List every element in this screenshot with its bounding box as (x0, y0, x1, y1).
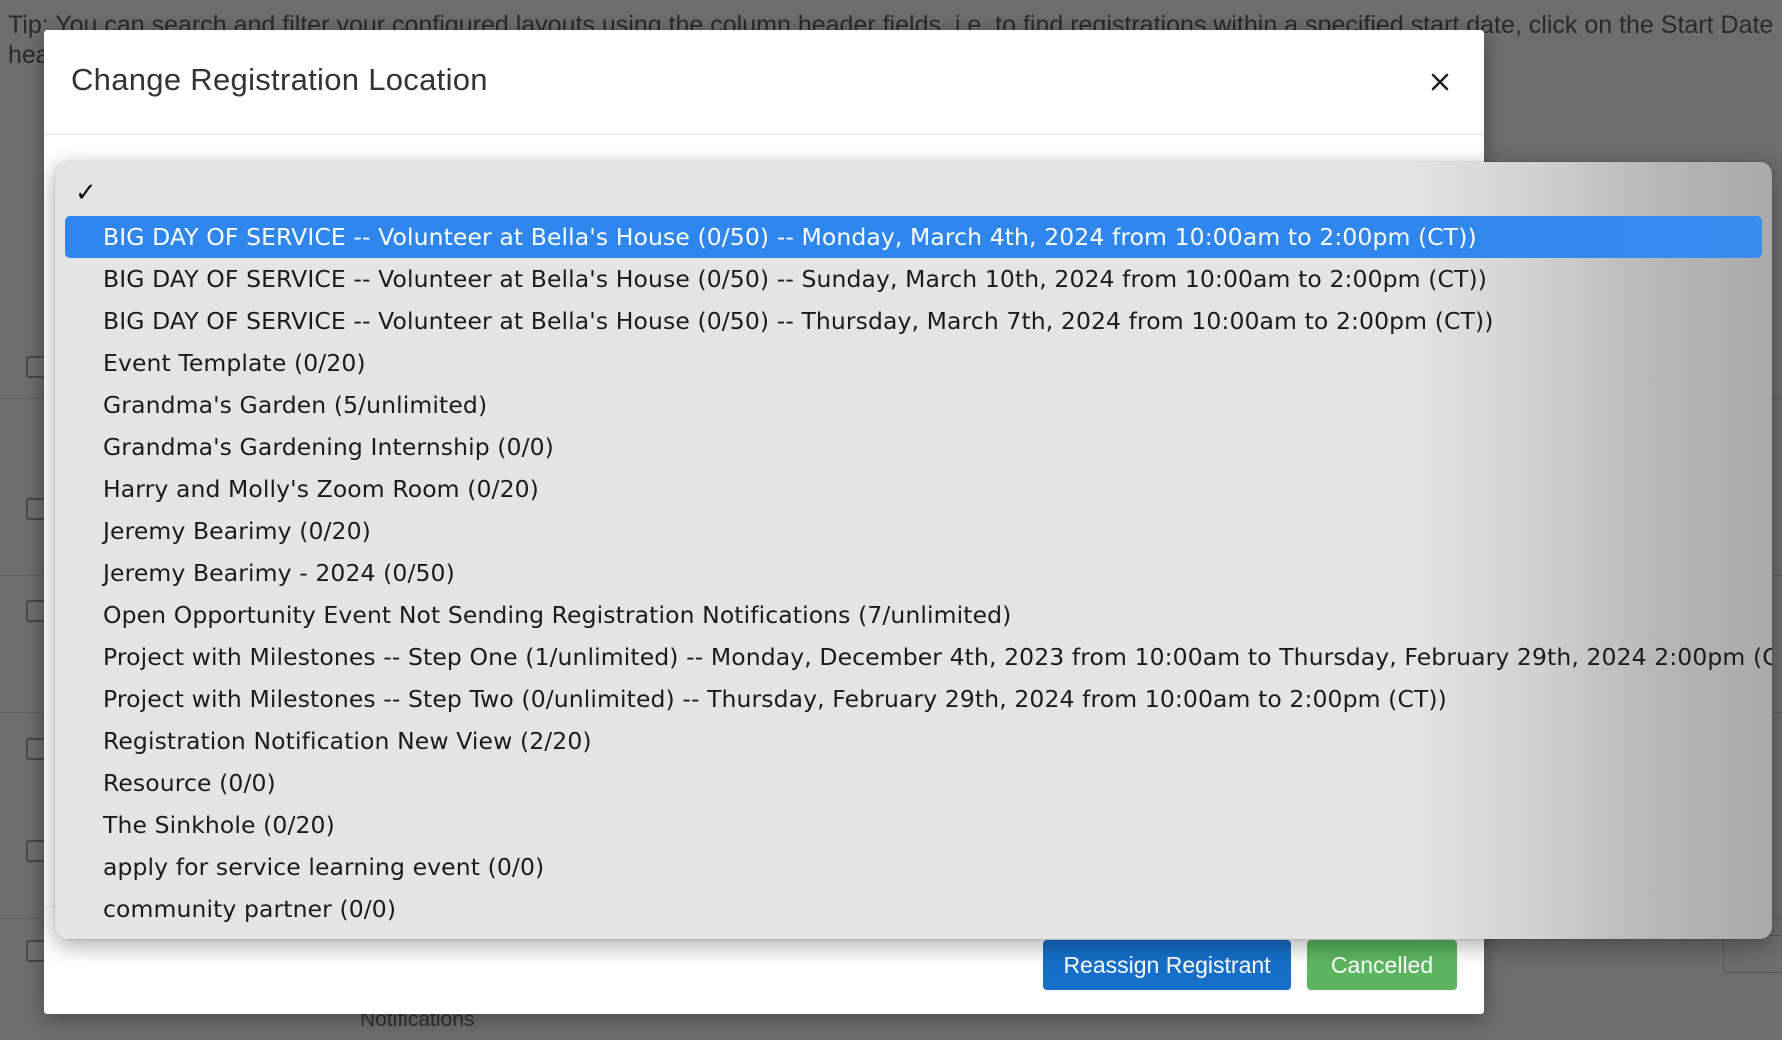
dropdown-option[interactable]: community partner (0/0) (65, 888, 1762, 930)
modal-title: Change Registration Location (71, 62, 488, 97)
dropdown-option[interactable]: The Sinkhole (0/20) (65, 804, 1762, 846)
dropdown-option[interactable]: BIG DAY OF SERVICE -- Volunteer at Bella… (65, 216, 1762, 258)
cancelled-button[interactable]: Cancelled (1307, 940, 1457, 990)
dropdown-option[interactable]: Resource (0/0) (65, 762, 1762, 804)
dropdown-option[interactable]: Project with Milestones -- Step Two (0/u… (65, 678, 1762, 720)
dropdown-option[interactable]: Open Opportunity Event Not Sending Regis… (65, 594, 1762, 636)
close-icon (1431, 73, 1449, 91)
dropdown-option[interactable]: Harry and Molly's Zoom Room (0/20) (65, 468, 1762, 510)
dropdown-option[interactable]: Event Template (0/20) (65, 342, 1762, 384)
dropdown-option[interactable]: apply for service learning event (0/0) (65, 846, 1762, 888)
option-list: BIG DAY OF SERVICE -- Volunteer at Bella… (65, 216, 1772, 930)
dropdown-option[interactable]: Jeremy Bearimy - 2024 (0/50) (65, 552, 1762, 594)
dropdown-option[interactable]: BIG DAY OF SERVICE -- Volunteer at Bella… (65, 300, 1762, 342)
dropdown-option[interactable]: Grandma's Garden (5/unlimited) (65, 384, 1762, 426)
dropdown-option[interactable]: Jeremy Bearimy (0/20) (65, 510, 1762, 552)
checkmark-icon: ✓ (75, 178, 97, 208)
dropdown-option[interactable]: Registration Notification New View (2/20… (65, 720, 1762, 762)
dropdown-option[interactable]: Project with Milestones -- Step One (1/u… (65, 636, 1772, 678)
dropdown-option[interactable]: Grandma's Gardening Internship (0/0) (65, 426, 1762, 468)
reassign-registrant-button[interactable]: Reassign Registrant (1043, 940, 1291, 990)
close-button[interactable] (1422, 64, 1458, 100)
location-select-dropdown[interactable]: ✓ BIG DAY OF SERVICE -- Volunteer at Bel… (55, 162, 1772, 939)
dropdown-option[interactable]: BIG DAY OF SERVICE -- Volunteer at Bella… (65, 258, 1762, 300)
modal-header: Change Registration Location (44, 30, 1484, 135)
background-control (1723, 935, 1782, 973)
